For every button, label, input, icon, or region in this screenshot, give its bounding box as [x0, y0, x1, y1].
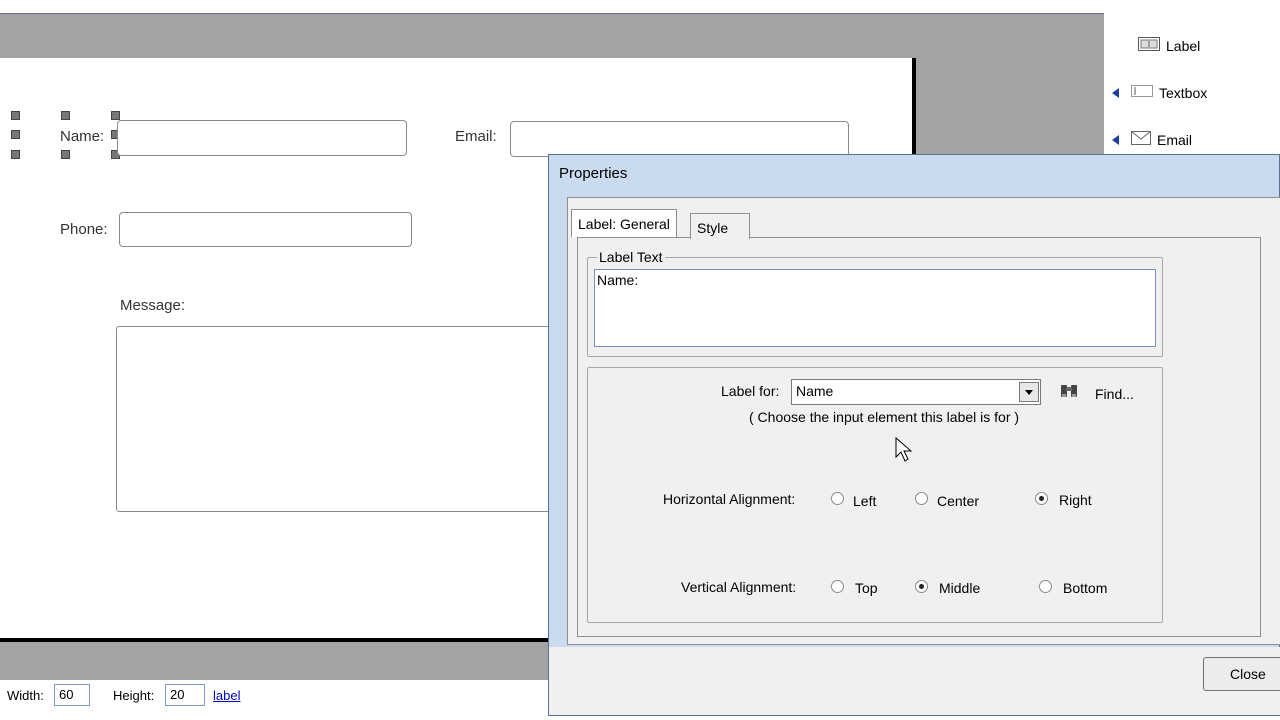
dropdown-button[interactable] — [1019, 382, 1039, 402]
phone-label[interactable]: Phone: — [60, 221, 108, 238]
radio-h-center-label[interactable]: Center — [937, 493, 979, 509]
radio-h-left-label[interactable]: Left — [853, 493, 876, 509]
selection-handle[interactable] — [11, 130, 20, 139]
email-input[interactable] — [510, 121, 849, 157]
selection-handle[interactable] — [61, 150, 70, 159]
message-label[interactable]: Message: — [120, 297, 185, 314]
toolbox-item-email[interactable]: Email — [1112, 131, 1192, 148]
width-input[interactable]: 60 — [54, 684, 90, 706]
close-button[interactable]: Close — [1203, 657, 1280, 691]
toolbox-item-text: Textbox — [1159, 84, 1208, 101]
selection-handle[interactable] — [61, 111, 70, 120]
tab-label-general[interactable]: Label: General — [571, 209, 677, 237]
radio-v-bottom-label[interactable]: Bottom — [1063, 580, 1107, 596]
height-input[interactable]: 20 — [165, 684, 205, 706]
expand-arrow-icon[interactable] — [1112, 134, 1119, 145]
radio-h-right[interactable] — [1035, 492, 1048, 508]
selection-handle[interactable] — [111, 111, 120, 120]
label-for-value: Name — [796, 383, 834, 399]
label-text-legend: Label Text — [597, 249, 665, 265]
find-button[interactable]: Find... — [1095, 386, 1134, 402]
horizontal-alignment-label: Horizontal Alignment: — [663, 491, 796, 507]
radio-v-top-label[interactable]: Top — [855, 580, 878, 596]
height-label: Height: — [113, 688, 155, 703]
tab-style[interactable]: Style — [690, 213, 750, 239]
width-label: Width: — [7, 688, 44, 703]
label-icon: I — [1138, 37, 1160, 54]
svg-text:I: I — [1148, 40, 1150, 49]
radio-h-right-label[interactable]: Right — [1059, 492, 1092, 508]
radio-v-middle[interactable] — [915, 580, 928, 596]
label-text-input[interactable]: Name: — [594, 269, 1156, 347]
textbox-icon — [1131, 84, 1153, 101]
toolbox-item-textbox[interactable]: Textbox — [1112, 84, 1207, 101]
chevron-down-icon — [1025, 390, 1033, 395]
name-label[interactable]: Name: — [60, 128, 104, 145]
radio-v-top[interactable] — [831, 580, 844, 596]
message-textarea[interactable] — [116, 326, 576, 512]
properties-dialog: Properties Label: General Style Label Te… — [548, 154, 1280, 716]
radio-h-center[interactable] — [915, 492, 928, 508]
toolbox-item-text: Label — [1166, 37, 1201, 54]
toolbox-item-label[interactable]: I Label — [1138, 37, 1200, 54]
dialog-footer — [549, 647, 1280, 715]
expand-arrow-icon[interactable] — [1112, 87, 1119, 98]
radio-v-middle-label[interactable]: Middle — [939, 580, 980, 596]
label-for-select[interactable]: Name — [791, 379, 1041, 405]
dialog-title: Properties — [559, 165, 628, 182]
selection-handle[interactable] — [11, 111, 20, 120]
phone-input[interactable] — [119, 212, 412, 247]
label-for-label: Label for: — [721, 383, 780, 399]
element-type-link[interactable]: label — [213, 688, 240, 703]
selection-handle[interactable] — [11, 150, 20, 159]
mouse-cursor-icon — [895, 437, 913, 462]
vertical-alignment-label: Vertical Alignment: — [681, 579, 797, 595]
email-label[interactable]: Email: — [455, 128, 497, 145]
radio-v-bottom[interactable] — [1039, 580, 1052, 596]
name-input[interactable] — [117, 120, 407, 156]
radio-h-left[interactable] — [831, 492, 844, 508]
toolbox-item-text: Email — [1157, 131, 1193, 148]
label-for-hint: ( Choose the input element this label is… — [749, 409, 1020, 425]
email-icon — [1131, 131, 1151, 148]
binoculars-icon[interactable] — [1059, 381, 1079, 404]
